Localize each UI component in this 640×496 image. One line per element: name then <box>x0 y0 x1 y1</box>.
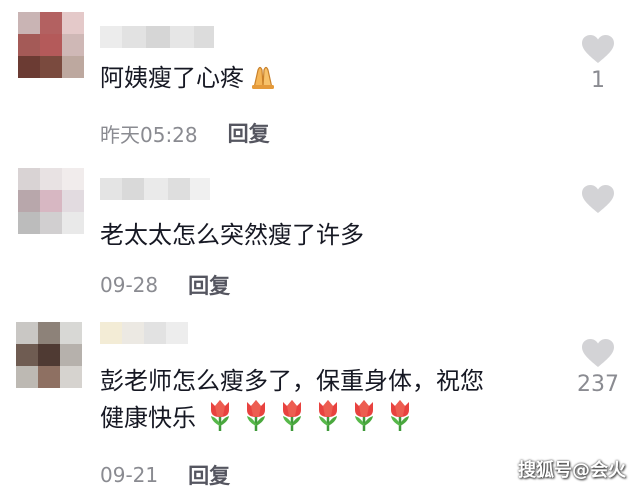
tulip-emoji <box>391 400 409 431</box>
comment-text: 彭老师怎么瘦多了，保重身体，祝您 健康快乐 <box>100 364 484 435</box>
heart-icon <box>582 185 614 213</box>
watermark: 搜狐号@会火 <box>518 460 626 481</box>
avatar[interactable] <box>18 168 84 234</box>
like-button[interactable]: 1 <box>568 34 628 93</box>
like-button[interactable] <box>568 184 628 218</box>
comment-text: 阿姨瘦了心疼 <box>100 62 278 97</box>
comment-item: 阿姨瘦了心疼 昨天05:28 回复 1 <box>0 0 640 160</box>
comment-meta: 09-21 回复 <box>100 460 230 490</box>
comment-text-line: 彭老师怎么瘦多了，保重身体，祝您 <box>100 367 484 395</box>
comment-meta: 昨天05:28 回复 <box>100 118 270 148</box>
comment-item: 老太太怎么突然瘦了许多 09-28 回复 <box>0 160 640 310</box>
avatar[interactable] <box>16 322 82 388</box>
username-pixelated[interactable] <box>100 322 188 344</box>
tulip-emoji-row <box>206 398 414 432</box>
reply-button[interactable]: 回复 <box>188 460 230 490</box>
tulip-emoji <box>283 400 301 431</box>
like-count: 237 <box>577 372 619 397</box>
comment-time: 09-28 <box>100 273 159 297</box>
comment-meta: 09-28 回复 <box>100 270 230 300</box>
username-pixelated[interactable] <box>100 26 214 48</box>
tulip-emoji <box>211 400 229 431</box>
like-count: 1 <box>591 68 605 93</box>
folded-hands-emoji <box>248 62 278 97</box>
avatar[interactable] <box>18 12 84 78</box>
reply-button[interactable]: 回复 <box>188 270 230 300</box>
comment-time: 09-21 <box>100 463 159 487</box>
tulip-emoji <box>319 400 337 431</box>
reply-button[interactable]: 回复 <box>228 118 270 148</box>
tulip-emoji <box>355 400 373 431</box>
heart-icon <box>582 35 614 63</box>
comment-text-line: 健康快乐 <box>100 398 484 435</box>
like-button[interactable]: 237 <box>568 338 628 397</box>
comment-time: 昨天05:28 <box>100 122 198 147</box>
comment-text: 老太太怎么突然瘦了许多 <box>100 221 364 249</box>
tulip-emoji <box>247 400 265 431</box>
username-pixelated[interactable] <box>100 178 210 200</box>
heart-icon <box>582 339 614 367</box>
